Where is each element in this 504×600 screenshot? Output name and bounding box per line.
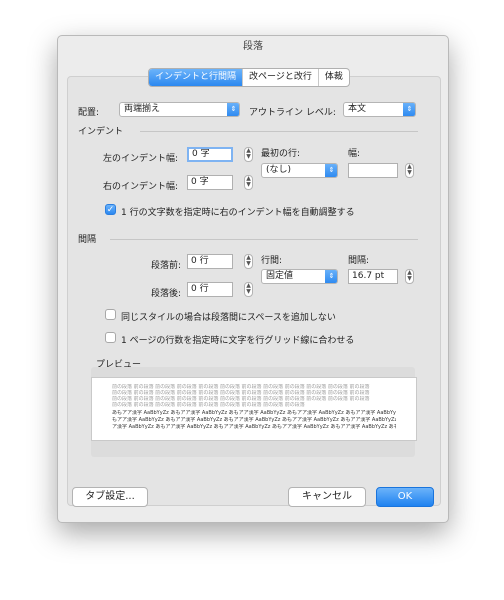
snap-to-grid-label: 1 ページの行数を指定時に文字を行グリッド線に合わせる <box>121 336 355 346</box>
space-after-stepper[interactable]: ▲ ▼ <box>244 282 253 297</box>
left-indent-field[interactable]: 0 字 <box>187 147 233 162</box>
snap-to-grid-checkbox[interactable] <box>105 332 116 343</box>
space-after-field[interactable]: 0 行 <box>187 282 233 297</box>
preview-box: 前の段落 前の段落 前の段落 前の段落 前の段落 前の段落 前の段落 前の段落 … <box>91 377 417 441</box>
width-stepper[interactable]: ▲ ▼ <box>405 163 414 178</box>
tab-bar: インデントと行間隔 改ページと改行 体裁 <box>148 68 350 87</box>
space-before-stepper[interactable]: ▲ ▼ <box>244 254 253 269</box>
first-line-label: 最初の行: <box>261 149 301 159</box>
alignment-label: 配置: <box>78 108 100 118</box>
ok-button[interactable]: OK <box>376 487 434 507</box>
outline-level-value: 本文 <box>348 104 367 114</box>
indent-section-title: インデント <box>78 127 124 137</box>
first-line-popup[interactable]: (なし) ⇕ <box>261 163 338 178</box>
chevron-updown-icon: ⇕ <box>325 164 337 177</box>
tab-indent-spacing[interactable]: インデントと行間隔 <box>149 69 243 86</box>
space-after-label: 段落後: <box>151 289 182 299</box>
chevron-updown-icon: ⇕ <box>227 103 239 116</box>
chevron-updown-icon: ⇕ <box>403 103 415 116</box>
preview-sample-line: あもアア漢字 AaBbYyZz あもアア漢字 AaBbYyZz あもアア漢字 A… <box>112 410 396 416</box>
alignment-value: 両端揃え <box>124 104 161 114</box>
no-space-same-style-label: 同じスタイルの場合は段落間にスペースを追加しない <box>121 313 336 323</box>
tabs-button[interactable]: タブ設定... <box>72 487 148 507</box>
chevron-updown-icon: ⇕ <box>325 270 337 283</box>
right-indent-stepper[interactable]: ▲ ▼ <box>244 175 253 190</box>
width-label: 幅: <box>348 149 361 159</box>
cancel-button[interactable]: キャンセル <box>288 487 366 507</box>
dialog-title: 段落 <box>243 41 263 52</box>
line-spacing-popup[interactable]: 固定値 ⇕ <box>261 269 338 284</box>
interval-label: 間隔: <box>348 256 370 266</box>
spacing-divider <box>110 239 418 240</box>
alignment-popup[interactable]: 両端揃え ⇕ <box>119 102 240 117</box>
preview-sample-line: もアア漢字 AaBbYyZz あもアア漢字 AaBbYyZz あもアア漢字 Aa… <box>112 417 396 423</box>
tab-page-breaks[interactable]: 改ページと改行 <box>242 69 318 86</box>
space-before-label: 段落前: <box>151 261 182 271</box>
paragraph-dialog: 段落 インデントと行間隔 改ページと改行 体裁 配置: 両端揃え ⇕ アウトライ… <box>57 35 449 523</box>
preview-sample-line: ア漢字 AaBbYyZz あもアア漢字 AaBbYyZz あもアア漢字 AaBb… <box>112 424 396 430</box>
outline-level-popup[interactable]: 本文 ⇕ <box>343 102 416 117</box>
width-field[interactable] <box>348 163 398 178</box>
outline-level-label: アウトライン レベル: <box>249 108 336 118</box>
line-spacing-value: 固定値 <box>266 271 294 281</box>
right-indent-label: 右のインデント幅: <box>103 182 179 192</box>
right-indent-field[interactable]: 0 字 <box>187 175 233 190</box>
spacing-section-title: 間隔 <box>78 235 97 245</box>
left-indent-stepper[interactable]: ▲ ▼ <box>244 147 253 162</box>
auto-adjust-checkbox[interactable]: ✓ <box>105 204 116 215</box>
indent-divider <box>140 131 418 132</box>
space-before-field[interactable]: 0 行 <box>187 254 233 269</box>
tab-layout[interactable]: 体裁 <box>317 69 349 86</box>
no-space-same-style-checkbox[interactable] <box>105 309 116 320</box>
first-line-value: (なし) <box>266 165 292 175</box>
auto-adjust-label: 1 行の文字数を指定時に右のインデント幅を自動調整する <box>121 208 355 218</box>
preview-previous-line: 前の段落 前の段落 前の段落 前の段落 前の段落 前の段落 前の段落 前の段落 … <box>112 402 305 408</box>
interval-stepper[interactable]: ▲ ▼ <box>405 269 414 284</box>
line-spacing-label: 行間: <box>261 256 283 266</box>
left-indent-label: 左のインデント幅: <box>103 154 179 164</box>
interval-field[interactable]: 16.7 pt <box>348 269 398 284</box>
